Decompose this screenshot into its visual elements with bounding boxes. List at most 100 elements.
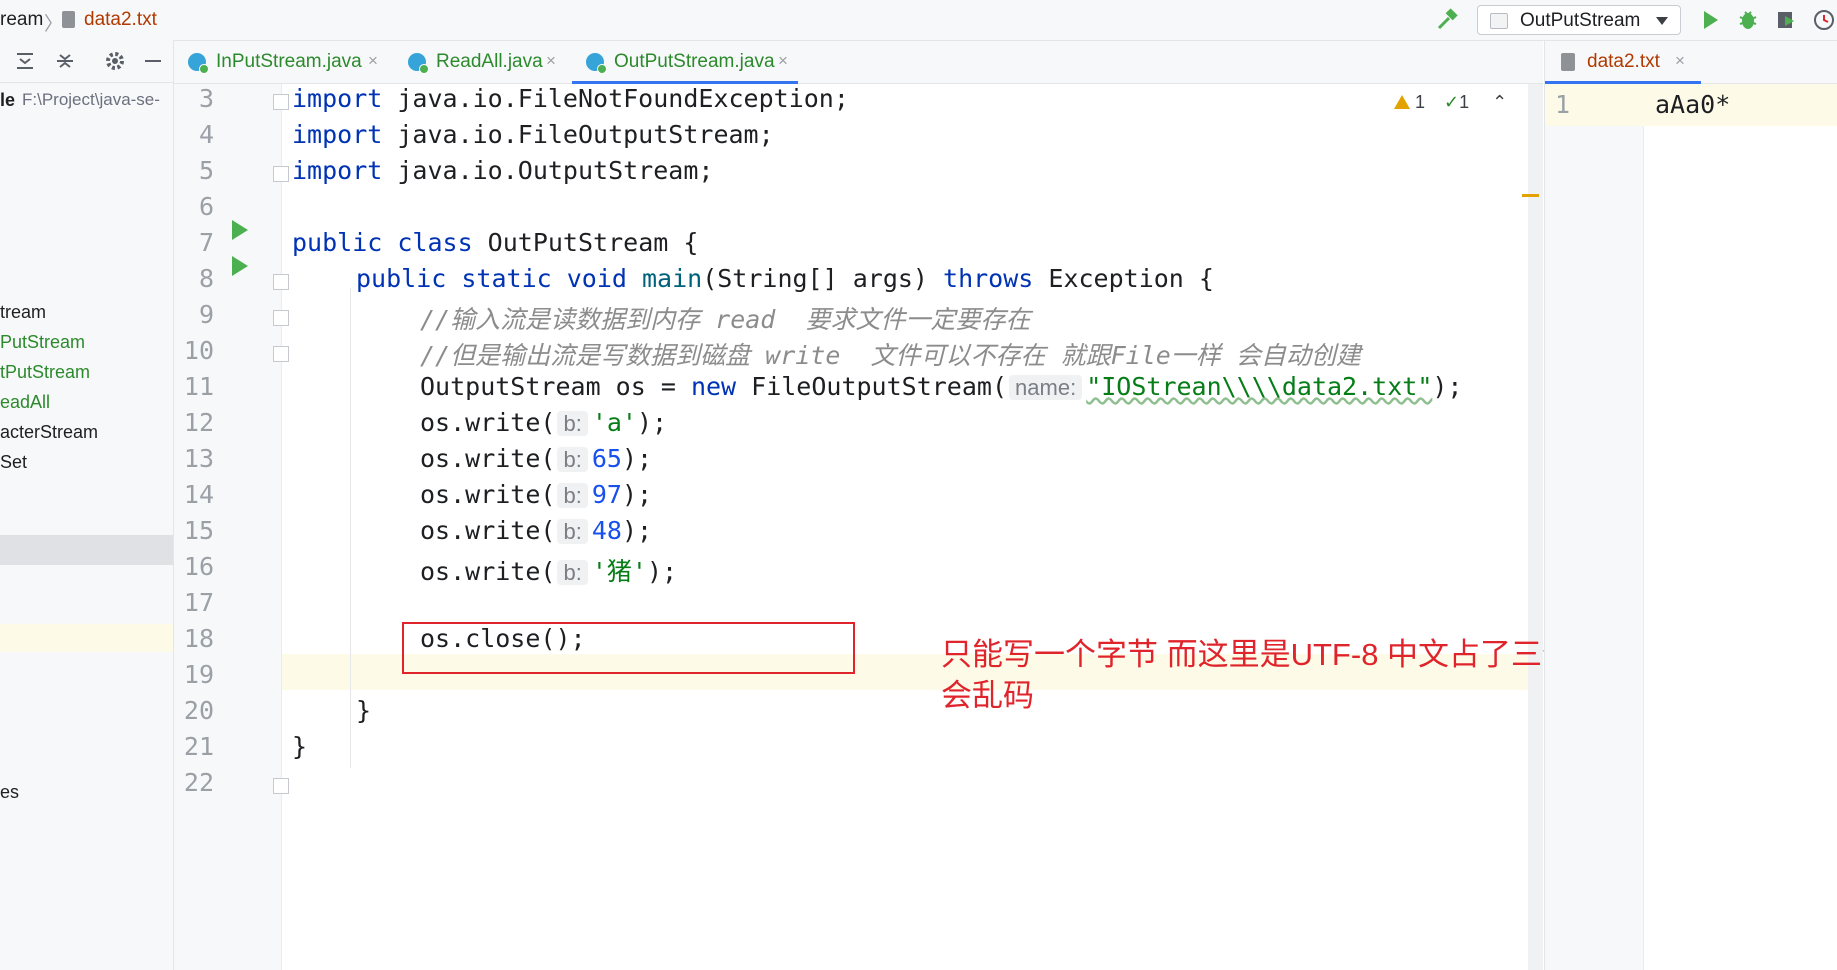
code-editor[interactable]: 3 4 5 6 7 8 9 10 11 12 13 14 15 16 17 18… bbox=[174, 84, 1543, 970]
code-text: Exception { bbox=[1033, 264, 1214, 293]
tab-label: ReadAll.java bbox=[436, 51, 543, 72]
run-gutter-icon[interactable] bbox=[232, 220, 248, 240]
code-line-9: //输入流是读数据到内存 read 要求文件一定要存在 bbox=[420, 305, 1031, 334]
line-number: 22 bbox=[183, 768, 214, 797]
code-text: os.write( bbox=[420, 408, 556, 437]
line-number: 1 bbox=[1555, 90, 1571, 119]
run-gutter-icon[interactable] bbox=[232, 256, 248, 276]
code-text: OutputStream os = bbox=[420, 372, 691, 401]
code-line-3: import java.io.FileNotFoundException; bbox=[292, 84, 849, 113]
code-text: java.io.OutputStream; bbox=[382, 156, 714, 185]
code-text: java.io.FileNotFoundException; bbox=[382, 84, 849, 113]
code-line-4: import java.io.FileOutputStream; bbox=[292, 120, 774, 149]
code-line-21: } bbox=[292, 732, 308, 761]
fold-icon[interactable] bbox=[273, 778, 289, 794]
project-tree-item[interactable]: tream bbox=[0, 302, 46, 323]
tab-readall[interactable]: ReadAll.java × bbox=[394, 41, 564, 83]
code-text: os.write( bbox=[420, 444, 556, 473]
highlight-box bbox=[402, 622, 855, 674]
char-literal: 'a' bbox=[591, 408, 637, 437]
inspection-widget[interactable]: 1 ✓1 ⌃ ⌄ bbox=[1394, 92, 1541, 113]
code-text: os.write( bbox=[420, 516, 556, 545]
project-toolbar bbox=[0, 40, 173, 83]
project-tree-item[interactable]: tPutStream bbox=[0, 362, 90, 383]
number-literal: 97 bbox=[591, 480, 622, 509]
line-number: 8 bbox=[198, 264, 214, 293]
close-icon[interactable]: × bbox=[368, 51, 378, 71]
run-config-icon bbox=[1490, 13, 1508, 29]
parameter-hint: name: bbox=[1009, 375, 1083, 400]
typo-check-icon: ✓ bbox=[1444, 92, 1460, 112]
project-tree-item[interactable]: PutStream bbox=[0, 332, 85, 353]
hide-icon[interactable] bbox=[142, 50, 164, 72]
run-icon[interactable] bbox=[1698, 8, 1722, 32]
breadcrumb-project[interactable]: ream bbox=[0, 9, 43, 31]
line-number: 13 bbox=[183, 444, 214, 473]
keyword: public class bbox=[292, 228, 473, 257]
chevron-down-icon bbox=[1656, 17, 1668, 25]
run-configuration-select[interactable]: OutPutStream bbox=[1477, 5, 1681, 35]
fold-icon[interactable] bbox=[273, 346, 289, 362]
keyword: new bbox=[690, 372, 737, 401]
project-tree-item[interactable]: acterStream bbox=[0, 422, 98, 443]
code-text: (String[] args) bbox=[702, 264, 944, 293]
fold-icon[interactable] bbox=[273, 166, 289, 182]
chevron-up-icon[interactable]: ⌃ bbox=[1492, 92, 1507, 112]
expand-all-icon[interactable] bbox=[14, 50, 36, 72]
code-text: ); bbox=[636, 408, 668, 437]
debug-icon[interactable] bbox=[1736, 8, 1760, 32]
close-icon[interactable]: × bbox=[546, 51, 556, 71]
collapse-all-icon[interactable] bbox=[54, 50, 76, 72]
line-number: 21 bbox=[183, 732, 214, 761]
code-line-7: public class OutPutStream { bbox=[292, 228, 698, 257]
scrollbar-warning-marker[interactable] bbox=[1522, 194, 1539, 197]
code-line-16: os.write(b: '猪'); bbox=[292, 552, 677, 588]
profile-icon[interactable] bbox=[1812, 8, 1836, 32]
java-class-icon bbox=[586, 53, 607, 74]
project-root-path: F:\Project\java-se- bbox=[22, 90, 160, 109]
coverage-icon[interactable] bbox=[1774, 8, 1798, 32]
parameter-hint: b: bbox=[557, 447, 588, 472]
parameter-hint: b: bbox=[557, 483, 588, 508]
fold-icon[interactable] bbox=[273, 274, 289, 290]
code-line-12: os.write(b:'a'); bbox=[292, 408, 667, 437]
code-text: os.write( bbox=[420, 557, 556, 586]
annotation-line: 会乱码 bbox=[941, 678, 1034, 713]
project-tree-selected-row[interactable] bbox=[0, 535, 173, 565]
line-number: 7 bbox=[198, 228, 214, 257]
code-text: ); bbox=[1432, 372, 1463, 401]
line-number: 18 bbox=[183, 624, 214, 653]
string-literal: "IOStrean\\\\data2.txt" bbox=[1086, 372, 1433, 401]
fold-icon[interactable] bbox=[273, 310, 289, 326]
tab-inputstream[interactable]: InPutStream.java × bbox=[174, 41, 386, 83]
java-class-icon bbox=[188, 53, 209, 74]
project-tree-hover-row bbox=[0, 624, 173, 652]
code-text: ); bbox=[621, 480, 653, 509]
line-number: 4 bbox=[198, 120, 214, 149]
line-number: 16 bbox=[183, 552, 214, 581]
gear-icon[interactable] bbox=[104, 50, 126, 72]
breadcrumb-file[interactable]: data2.txt bbox=[84, 9, 157, 31]
project-root-label[interactable]: le bbox=[0, 90, 15, 111]
hammer-icon[interactable] bbox=[1436, 8, 1460, 32]
tab-label: data2.txt bbox=[1587, 51, 1660, 72]
keyword: import bbox=[292, 156, 383, 185]
tab-outputstream[interactable]: OutPutStream.java × bbox=[572, 41, 798, 84]
fold-icon[interactable] bbox=[273, 94, 289, 110]
line-number: 3 bbox=[198, 84, 214, 113]
editor-scrollbar[interactable] bbox=[1528, 84, 1543, 970]
line-number: 6 bbox=[198, 192, 214, 221]
breadcrumb-separator: 〉 bbox=[44, 14, 64, 35]
navigation-bar: ream 〉 data2.txt OutPutStream bbox=[0, 0, 1837, 41]
tab-data2-txt[interactable]: data2.txt × bbox=[1545, 41, 1701, 84]
code-line-11: OutputStream os = new FileOutputStream(n… bbox=[292, 372, 1462, 401]
line-number: 14 bbox=[183, 480, 214, 509]
code-line-13: os.write(b: 65); bbox=[292, 444, 652, 473]
project-tree-item[interactable]: Set bbox=[0, 452, 27, 473]
method-name: main bbox=[626, 264, 703, 293]
text-file-editor[interactable]: 1 aAa0* bbox=[1544, 84, 1837, 970]
close-icon[interactable]: × bbox=[1675, 51, 1685, 71]
project-tree-item[interactable]: eadAll bbox=[0, 392, 50, 413]
close-icon[interactable]: × bbox=[778, 51, 788, 71]
project-tree-item[interactable]: es bbox=[0, 782, 19, 803]
